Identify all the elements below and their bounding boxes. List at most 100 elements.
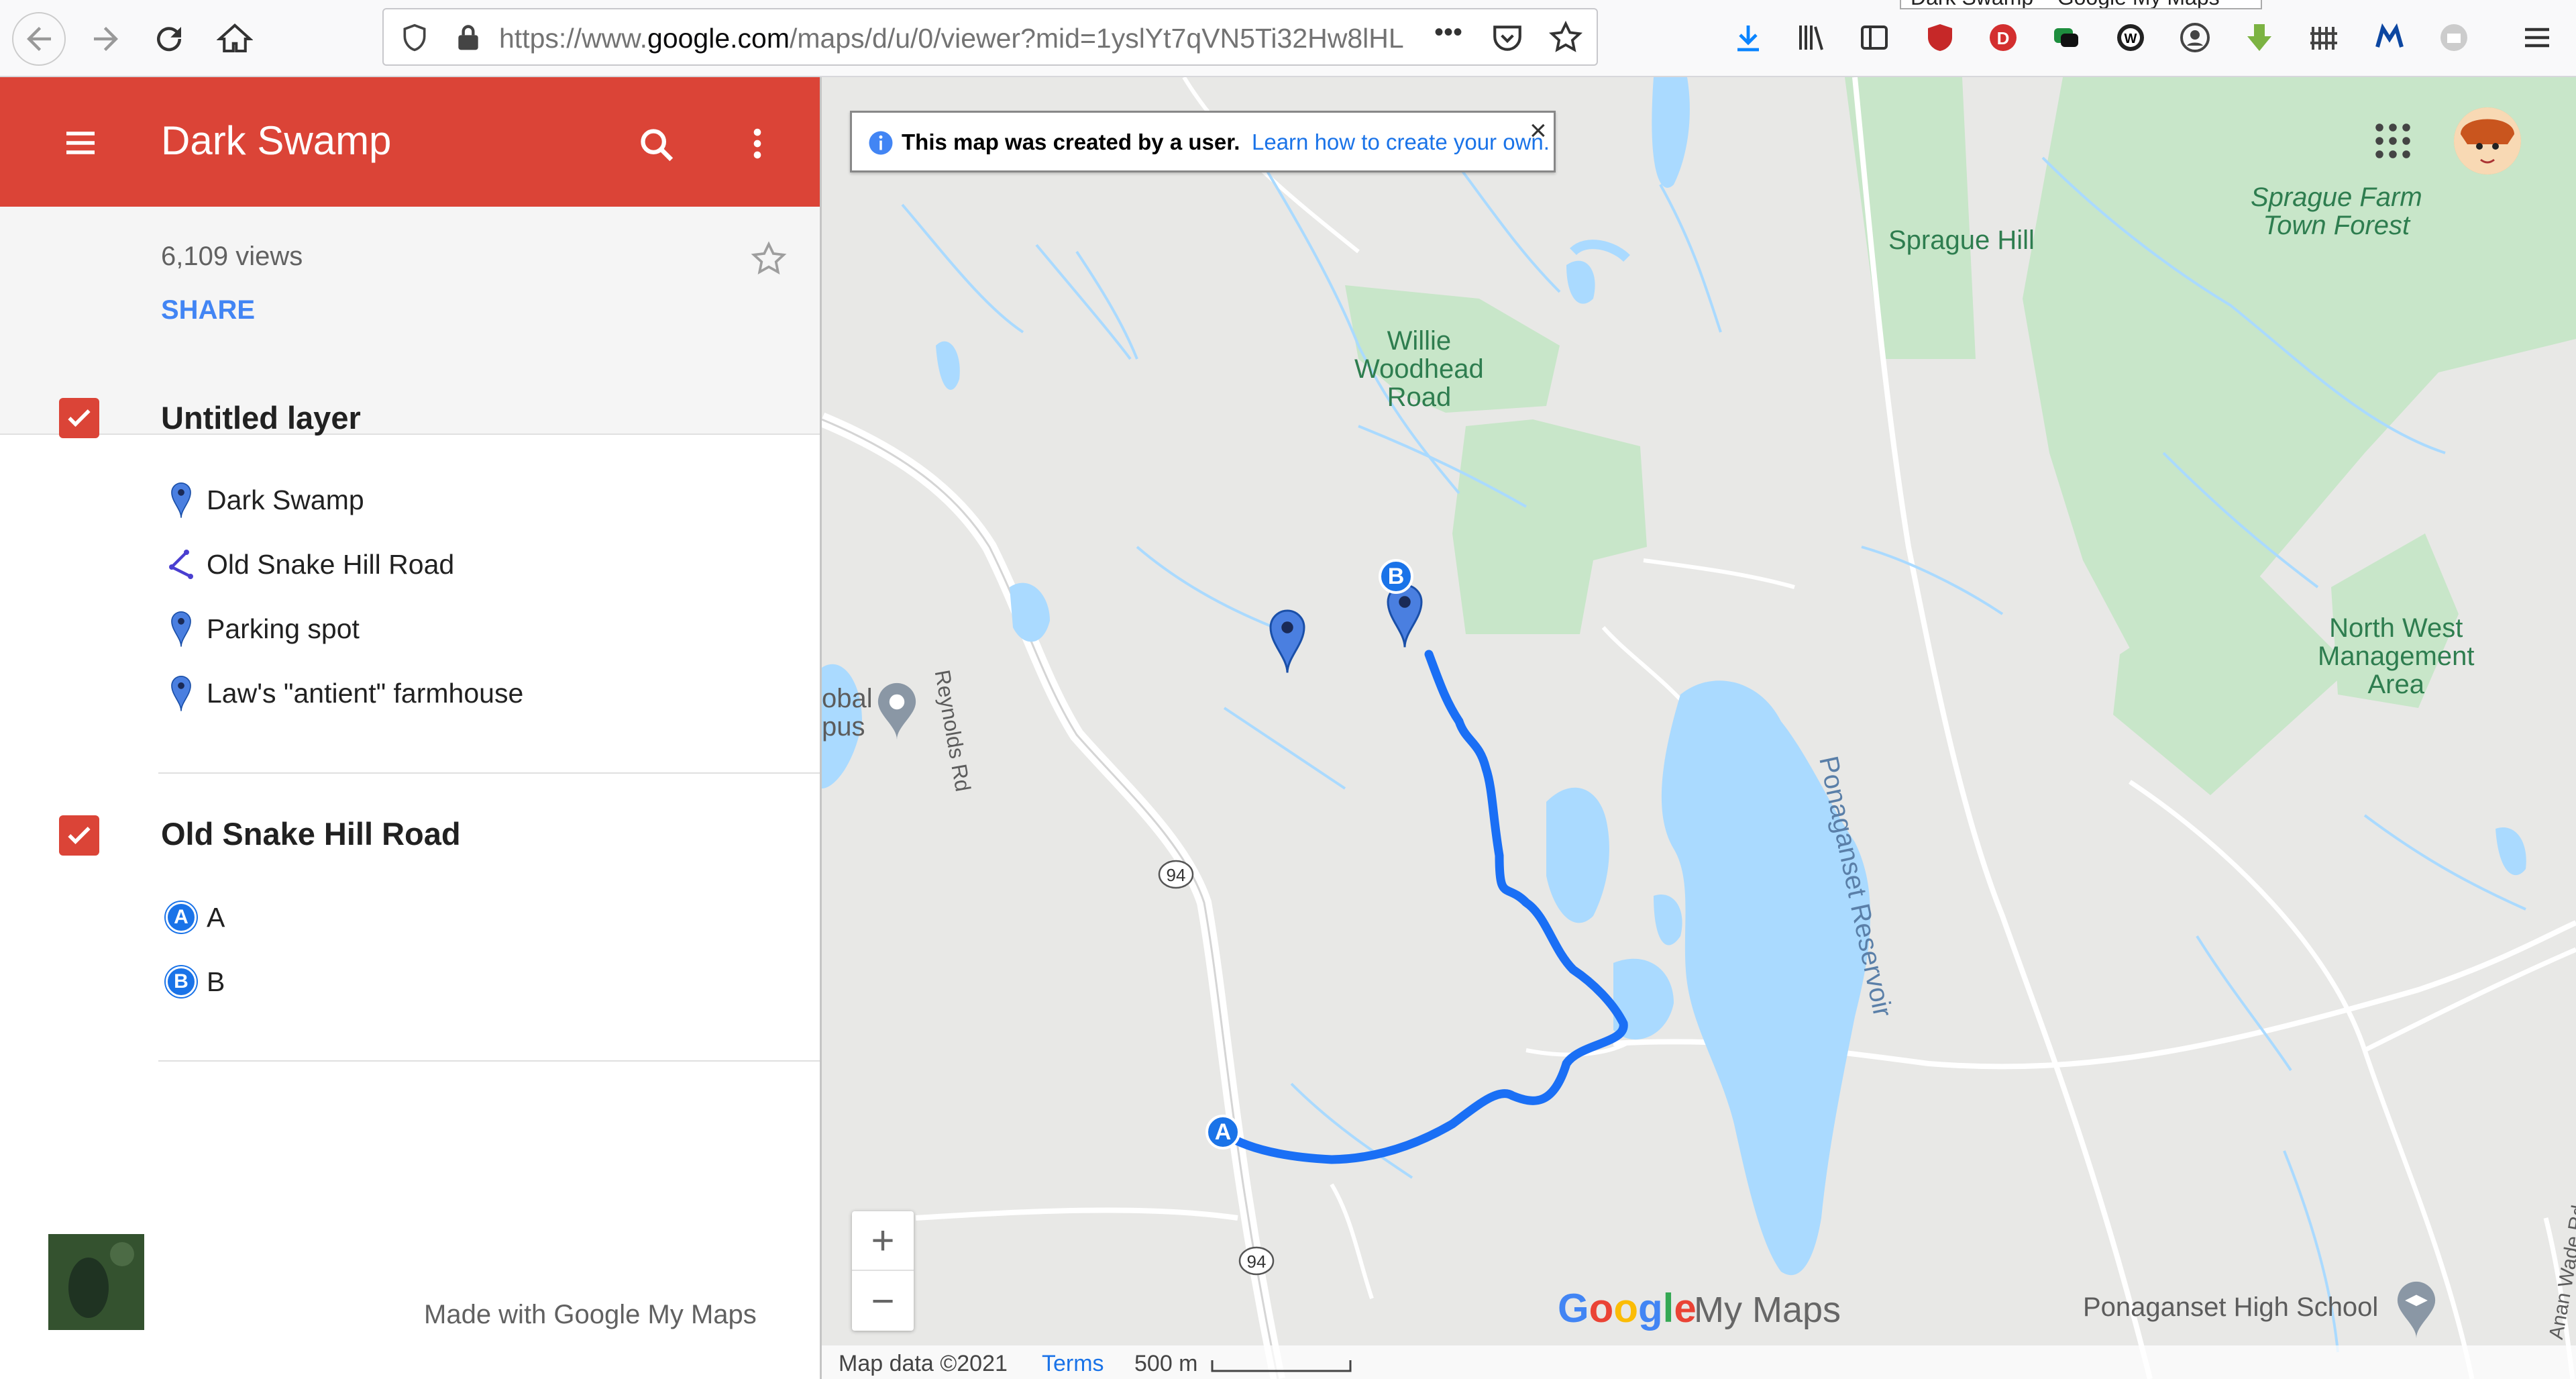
account-circle-icon — [2180, 23, 2210, 52]
checkmark-icon — [68, 827, 91, 845]
svg-text:D: D — [1997, 28, 2010, 48]
reload-icon — [157, 27, 182, 52]
back-button[interactable] — [12, 12, 66, 66]
d-circle-icon: D — [1990, 24, 2017, 51]
svg-text:94: 94 — [1167, 865, 1186, 885]
zoom-control: + − — [852, 1211, 914, 1331]
arrow-right-icon — [94, 27, 118, 51]
dashlane-extension[interactable]: D — [1984, 19, 2022, 56]
m-logo-icon — [2375, 23, 2404, 48]
list-item-parking-spot[interactable]: Parking spot — [161, 609, 360, 649]
map-meta: 6,109 views SHARE — [0, 207, 820, 435]
panel-header: Dark Swamp — [0, 77, 820, 207]
ublock-extension[interactable] — [1921, 19, 1959, 56]
library-button[interactable] — [1792, 19, 1830, 56]
made-with-credit[interactable]: Made with Google My Maps — [424, 1300, 757, 1330]
search-icon[interactable] — [637, 125, 676, 164]
sprague-forest-label: Sprague Farm Town Forest — [2251, 183, 2422, 240]
sprague-hill-label: Sprague Hill — [1888, 225, 2035, 255]
item-label: B — [207, 966, 225, 997]
malwarebytes-extension[interactable] — [2371, 19, 2408, 56]
library-icon — [1799, 25, 1823, 50]
item-label: Dark Swamp — [207, 484, 364, 515]
blue-pin-icon — [171, 482, 191, 518]
map-canvas[interactable]: 94 94 obal pus A B Sprague Hill Sprague … — [822, 77, 2576, 1379]
checkmark-icon — [68, 409, 91, 427]
map-pin-dark-swamp-icon[interactable] — [1267, 607, 1308, 674]
learn-more-link[interactable]: Learn how to create your own. — [1252, 130, 1550, 155]
list-item-old-snake-hill-road[interactable]: Old Snake Hill Road — [161, 544, 454, 584]
item-label: Parking spot — [207, 613, 360, 644]
poi-marker-icon[interactable] — [873, 681, 920, 742]
hamburger-menu-icon[interactable] — [62, 124, 99, 162]
fence-icon — [2310, 27, 2337, 50]
camera-circle-icon — [2440, 24, 2467, 51]
star-outline-icon[interactable] — [750, 240, 788, 278]
layer-2-title: Old Snake Hill Road — [161, 816, 461, 852]
blue-pin-icon — [171, 611, 191, 647]
notice-text: This map was created by a user. — [902, 130, 1240, 154]
scale-bar-icon — [1211, 1360, 1352, 1372]
close-notice-button[interactable]: × — [1529, 114, 1547, 148]
layer-divider — [158, 772, 820, 774]
share-button[interactable]: SHARE — [161, 295, 255, 325]
willie-woodhead-label: Willie Woodhead Road — [1354, 326, 1484, 412]
my-maps-viewer: Dark Swamp 6,109 views SHARE Untitled la… — [0, 77, 2576, 1379]
sidebar-toggle-button[interactable] — [1856, 19, 1893, 56]
svg-text:W: W — [2125, 32, 2137, 46]
bookmark-star-icon[interactable] — [1548, 20, 1583, 55]
view-count: 6,109 views — [161, 242, 303, 271]
wikiwand-extension[interactable]: W — [2112, 19, 2149, 56]
marker-b-icon: B — [166, 966, 197, 997]
north-west-management-label: North West Management Area — [2318, 613, 2475, 699]
chat-icon — [2054, 28, 2078, 47]
downloads-button[interactable] — [1729, 19, 1767, 56]
shield-icon[interactable] — [400, 23, 429, 52]
grey-extension[interactable] — [2435, 19, 2473, 56]
reload-button[interactable] — [142, 12, 196, 66]
account-avatar[interactable] — [2454, 107, 2521, 174]
item-label: Law's "antient" farmhouse — [207, 677, 524, 709]
page-actions-button[interactable]: ••• — [1434, 17, 1462, 48]
apps-grid-icon[interactable] — [2373, 121, 2413, 161]
pocket-icon[interactable] — [1491, 21, 1524, 55]
zoom-in-button[interactable]: + — [852, 1211, 914, 1271]
layer-1-title: Untitled layer — [161, 400, 361, 436]
cartoon-avatar-icon — [2454, 107, 2521, 174]
download-helper-extension[interactable] — [2241, 19, 2278, 56]
layer-divider — [158, 1060, 820, 1062]
svg-text:94: 94 — [1247, 1252, 1267, 1272]
scale-label[interactable]: 500 m — [1134, 1351, 1198, 1377]
url-text[interactable]: https://www.google.com/maps/d/u/0/viewer… — [499, 23, 1413, 54]
route-marker-b[interactable]: B — [1379, 559, 1413, 594]
zoom-out-button[interactable]: − — [852, 1271, 914, 1331]
blue-pin-icon — [171, 676, 191, 711]
campus-label: obal pus — [822, 684, 873, 742]
hamburger-menu-icon — [2525, 28, 2549, 48]
list-item-point-b[interactable]: B B — [161, 962, 225, 1002]
forward-button[interactable] — [79, 12, 133, 66]
layer-1-checkbox[interactable] — [59, 398, 99, 438]
menu-button[interactable] — [2518, 19, 2556, 56]
fence-extension[interactable] — [2305, 19, 2343, 56]
high-school-label: Ponaganset High School — [2083, 1292, 2379, 1322]
line-path-icon — [169, 550, 193, 579]
list-item-dark-swamp[interactable]: Dark Swamp — [161, 480, 364, 520]
more-vert-icon[interactable] — [738, 124, 777, 163]
item-label: Old Snake Hill Road — [207, 548, 455, 580]
account-extension[interactable] — [2176, 19, 2214, 56]
school-marker-icon[interactable] — [2393, 1280, 2440, 1340]
terms-link[interactable]: Terms — [1042, 1351, 1104, 1377]
layer-2-checkbox[interactable] — [59, 815, 99, 856]
basemap-thumbnail[interactable] — [48, 1234, 144, 1330]
home-button[interactable] — [208, 12, 262, 66]
route-marker-a[interactable]: A — [1205, 1115, 1240, 1150]
green-extension[interactable] — [2047, 19, 2085, 56]
list-item-point-a[interactable]: A A — [161, 897, 225, 937]
lock-icon[interactable] — [453, 21, 483, 54]
google-logo: Google — [1558, 1286, 1697, 1331]
my-maps-wordmark: My Maps — [1694, 1290, 1841, 1330]
address-bar[interactable]: https://www.google.com/maps/d/u/0/viewer… — [382, 8, 1598, 66]
list-item-farmhouse[interactable]: Law's "antient" farmhouse — [161, 673, 523, 713]
arrow-left-icon — [27, 27, 51, 51]
